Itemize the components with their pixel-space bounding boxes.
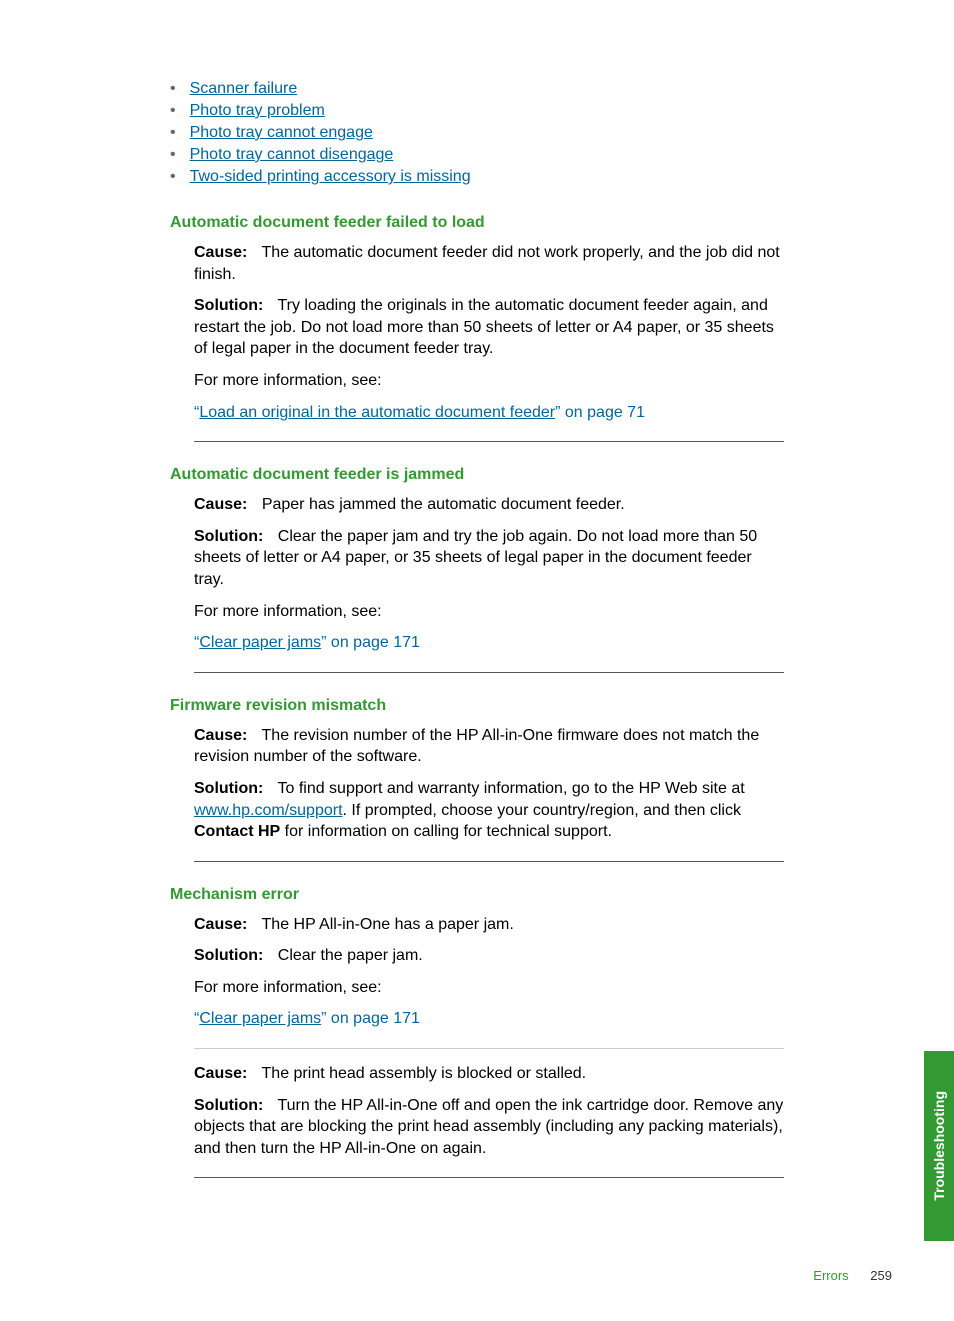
solution-text-a: To find support and warranty information…	[277, 780, 744, 797]
cause-label: Cause:	[194, 244, 247, 261]
cause-paragraph: Cause: Paper has jammed the automatic do…	[194, 494, 784, 516]
toc-item: Photo tray cannot engage	[170, 124, 784, 142]
cause-label: Cause:	[194, 727, 247, 744]
cause-label: Cause:	[194, 916, 247, 933]
solution-label: Solution:	[194, 947, 263, 964]
solution-text: Clear the paper jam and try the job agai…	[194, 528, 757, 588]
cause-paragraph: Cause: The automatic document feeder did…	[194, 242, 784, 285]
footer-section-label: Errors	[813, 1268, 848, 1283]
toc-link-photo-tray-cannot-engage[interactable]: Photo tray cannot engage	[190, 124, 373, 141]
section-divider	[194, 672, 784, 673]
cause-text: The print head assembly is blocked or st…	[262, 1065, 587, 1082]
solution-label: Solution:	[194, 528, 263, 545]
section-heading-mechanism-error: Mechanism error	[170, 886, 784, 904]
solution-paragraph: Solution: To find support and warranty i…	[194, 778, 784, 843]
cause-text: The HP All-in-One has a paper jam.	[262, 916, 514, 933]
toc-item: Scanner failure	[170, 80, 784, 98]
link-hp-support[interactable]: www.hp.com/support	[194, 802, 343, 819]
section-divider	[194, 441, 784, 442]
section-heading-firmware-mismatch: Firmware revision mismatch	[170, 697, 784, 715]
section-heading-adf-failed: Automatic document feeder failed to load	[170, 214, 784, 232]
page-footer: Errors 259	[813, 1268, 892, 1283]
subsection-divider	[194, 1048, 784, 1049]
cross-reference: “Clear paper jams” on page 171	[194, 632, 784, 654]
solution-text-c: for information on calling for technical…	[280, 823, 612, 840]
cause-paragraph: Cause: The revision number of the HP All…	[194, 725, 784, 768]
link-clear-paper-jams[interactable]: Clear paper jams	[199, 1010, 321, 1027]
cause-label: Cause:	[194, 496, 247, 513]
solution-text: Turn the HP All-in-One off and open the …	[194, 1097, 783, 1157]
more-info-text: For more information, see:	[194, 977, 784, 999]
cross-reference: “Load an original in the automatic docum…	[194, 402, 784, 424]
toc-link-photo-tray-problem[interactable]: Photo tray problem	[190, 102, 325, 119]
toc-item: Photo tray problem	[170, 102, 784, 120]
footer-page-number: 259	[870, 1268, 892, 1283]
solution-paragraph: Solution: Try loading the originals in t…	[194, 295, 784, 360]
cross-reference: “Clear paper jams” on page 171	[194, 1008, 784, 1030]
link-load-original-adf[interactable]: Load an original in the automatic docume…	[199, 404, 555, 421]
cause-text: The revision number of the HP All-in-One…	[194, 727, 759, 766]
side-tab-label: Troubleshooting	[931, 1091, 947, 1201]
cause-text: Paper has jammed the automatic document …	[262, 496, 625, 513]
solution-label: Solution:	[194, 780, 263, 797]
section-divider	[194, 1177, 784, 1178]
quote-close-suffix: ” on page 171	[321, 634, 420, 651]
solution-text: Clear the paper jam.	[278, 947, 423, 964]
more-info-text: For more information, see:	[194, 601, 784, 623]
cause-text: The automatic document feeder did not wo…	[194, 244, 780, 283]
quote-close-suffix: ” on page 171	[321, 1010, 420, 1027]
quote-close-suffix: ” on page 71	[555, 404, 645, 421]
cause-paragraph: Cause: The print head assembly is blocke…	[194, 1063, 784, 1085]
cause-label: Cause:	[194, 1065, 247, 1082]
solution-label: Solution:	[194, 297, 263, 314]
section-divider	[194, 861, 784, 862]
toc-link-photo-tray-cannot-disengage[interactable]: Photo tray cannot disengage	[190, 146, 394, 163]
toc-list: Scanner failure Photo tray problem Photo…	[170, 80, 784, 186]
solution-text-b: . If prompted, choose your country/regio…	[343, 802, 741, 819]
contact-hp-bold: Contact HP	[194, 823, 280, 840]
side-tab-troubleshooting: Troubleshooting	[924, 1051, 954, 1241]
solution-paragraph: Solution: Turn the HP All-in-One off and…	[194, 1095, 784, 1160]
solution-text: Try loading the originals in the automat…	[194, 297, 774, 357]
toc-item: Two-sided printing accessory is missing	[170, 168, 784, 186]
more-info-text: For more information, see:	[194, 370, 784, 392]
solution-paragraph: Solution: Clear the paper jam.	[194, 945, 784, 967]
solution-paragraph: Solution: Clear the paper jam and try th…	[194, 526, 784, 591]
solution-label: Solution:	[194, 1097, 263, 1114]
toc-link-scanner-failure[interactable]: Scanner failure	[190, 80, 298, 97]
cause-paragraph: Cause: The HP All-in-One has a paper jam…	[194, 914, 784, 936]
toc-link-two-sided-missing[interactable]: Two-sided printing accessory is missing	[190, 168, 471, 185]
section-heading-adf-jammed: Automatic document feeder is jammed	[170, 466, 784, 484]
link-clear-paper-jams[interactable]: Clear paper jams	[199, 634, 321, 651]
toc-item: Photo tray cannot disengage	[170, 146, 784, 164]
